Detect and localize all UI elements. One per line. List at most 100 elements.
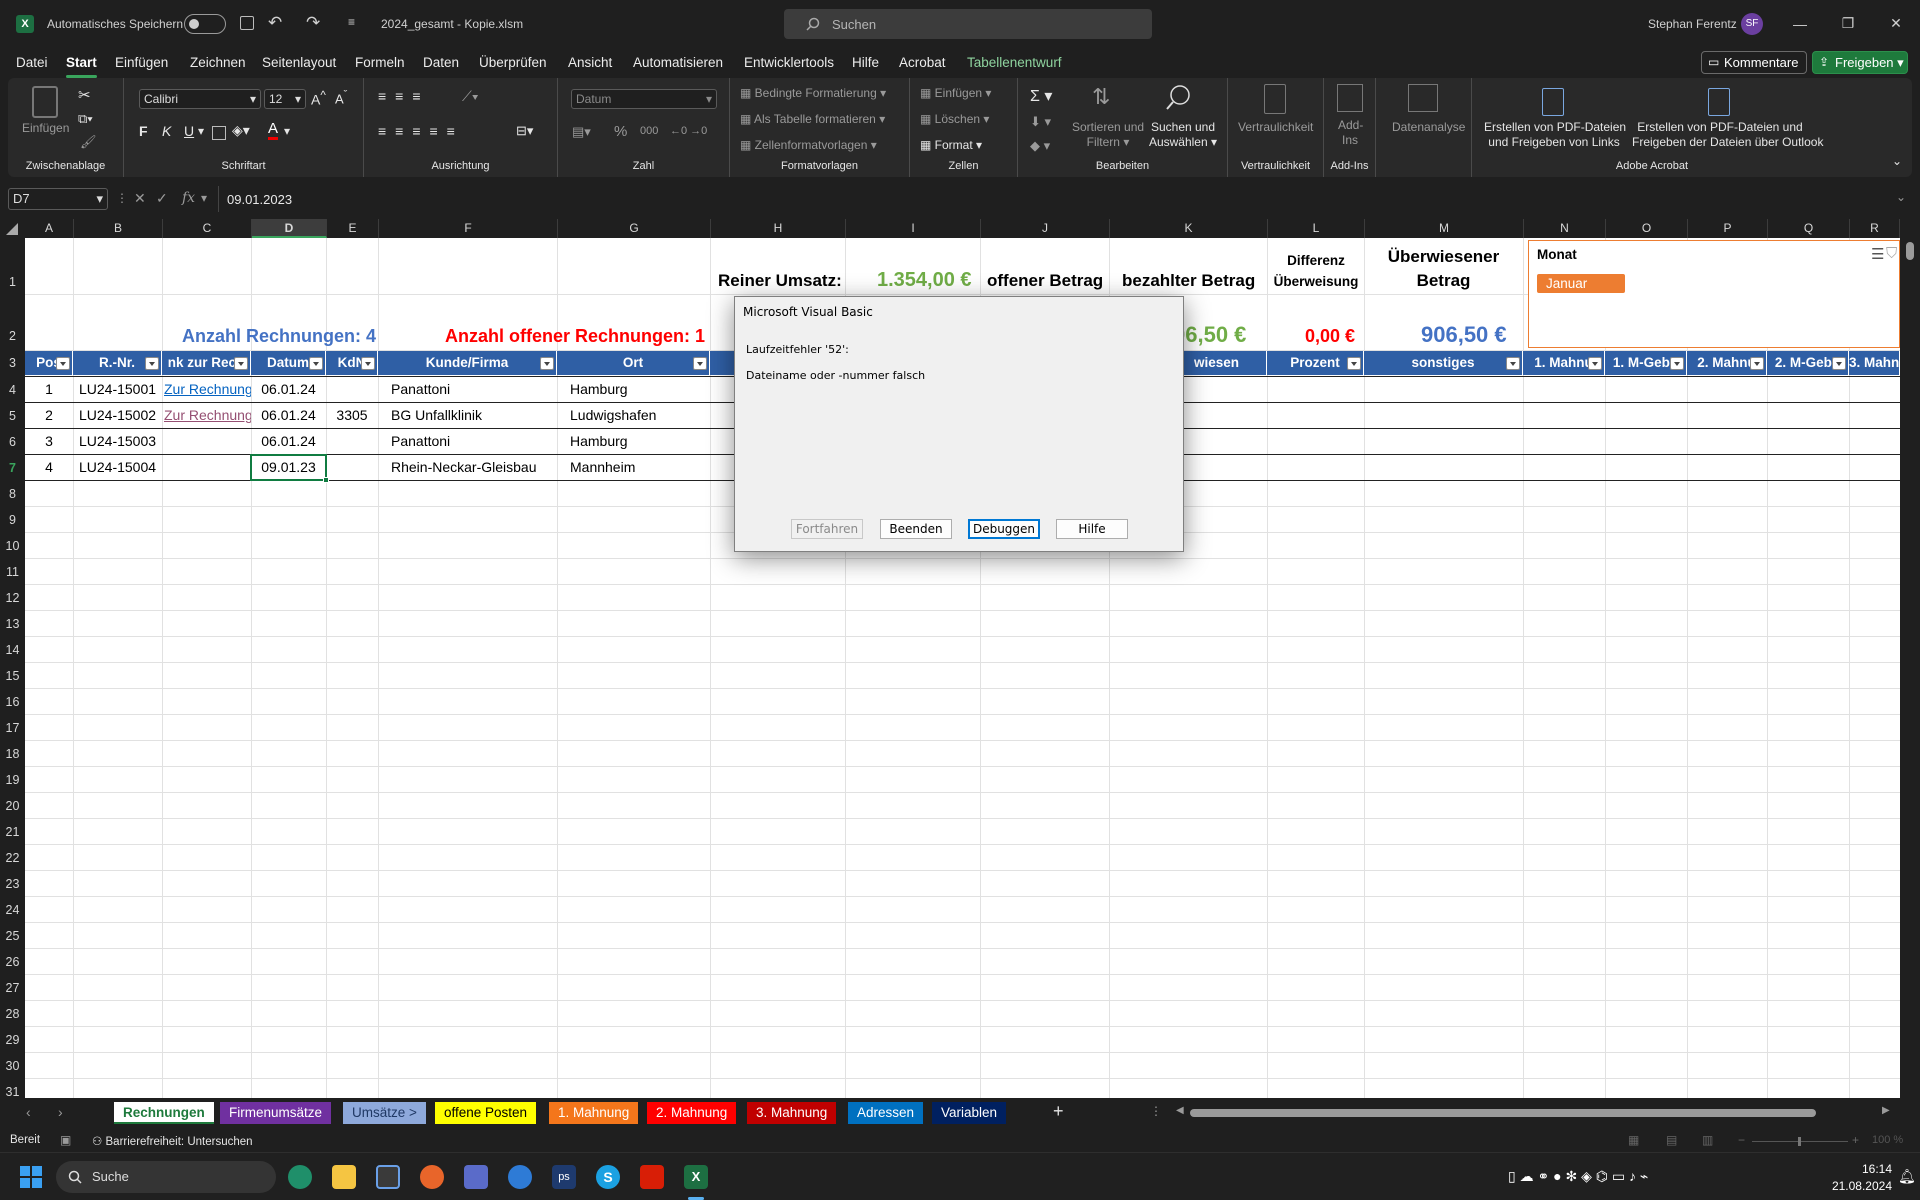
sheet-tab-mahnung3[interactable]: 3. Mahnung <box>747 1102 837 1124</box>
menu-tabellenentwurf[interactable]: Tabellenentwurf <box>967 55 1062 70</box>
cell-firma[interactable]: Panattoni <box>391 381 557 397</box>
row-header[interactable]: 23 <box>0 877 25 891</box>
pdf-links-label[interactable]: Erstellen von PDF-Dateien und Freigeben v… <box>1484 120 1626 150</box>
sheet-tab-variablen[interactable]: Variablen <box>932 1102 1007 1124</box>
increase-font-icon[interactable]: A^ <box>311 89 326 108</box>
macro-record-icon[interactable]: ▣ <box>60 1133 71 1147</box>
col-header-i[interactable]: I <box>846 219 981 238</box>
floppy-app-icon[interactable] <box>464 1165 488 1189</box>
insert-cells-button[interactable]: ▦ Einfügen ▾ <box>920 86 991 100</box>
slicer-item-januar[interactable]: Januar <box>1537 274 1625 293</box>
thunderbird-icon[interactable] <box>508 1165 532 1189</box>
filter-dropdown-icon[interactable] <box>145 357 159 370</box>
confirm-formula-icon[interactable]: ✓ <box>156 190 168 207</box>
borders-icon[interactable] <box>212 126 226 140</box>
hscroll-right-icon[interactable]: ▶ <box>1882 1105 1890 1116</box>
col-header-r[interactable]: R <box>1850 219 1900 238</box>
row-header[interactable]: 16 <box>0 695 25 709</box>
menu-ueberpruefen[interactable]: Überprüfen <box>479 55 547 70</box>
table-header-sonstiges[interactable]: sonstiges <box>1364 351 1523 375</box>
underline-button[interactable]: U <box>184 123 194 139</box>
undo-icon[interactable]: ↶ <box>268 13 282 33</box>
clear-icon[interactable]: ◆ ▾ <box>1030 138 1050 154</box>
row-header[interactable]: 15 <box>0 669 25 683</box>
invoice-link[interactable]: Zur Rechnung <box>164 381 251 397</box>
quick-access-more-icon[interactable]: ≡ <box>348 15 355 29</box>
filter-dropdown-icon[interactable] <box>540 357 554 370</box>
cell-pos[interactable]: 4 <box>25 459 73 475</box>
tray-icons[interactable]: ▯ ☁ ⚭ ● ✻ ◈ ⌬ ▭ ♪ ⌁ <box>1508 1168 1648 1185</box>
row-header[interactable]: 31 <box>0 1085 25 1099</box>
menu-automatisieren[interactable]: Automatisieren <box>633 55 723 70</box>
vertical-scrollbar[interactable] <box>1900 238 1920 1098</box>
edge-icon[interactable] <box>288 1165 312 1189</box>
cell-pos[interactable]: 1 <box>25 381 73 397</box>
vertical-align-icons[interactable]: ≡≡≡ <box>378 88 430 104</box>
table-header-mgebuehr2[interactable]: 2. M-Gebü <box>1767 351 1849 375</box>
sort-filter-icon[interactable]: ⇅ <box>1092 84 1110 110</box>
col-header-q[interactable]: Q <box>1768 219 1850 238</box>
cell-ort[interactable]: Mannheim <box>570 459 710 475</box>
sheet-tab-adressen[interactable]: Adressen <box>848 1102 924 1124</box>
cell-ort[interactable]: Hamburg <box>570 433 710 449</box>
filter-dropdown-icon[interactable] <box>1670 357 1684 370</box>
tab-scroll-right-icon[interactable]: › <box>58 1104 63 1120</box>
cond-format-button[interactable]: ▦ Bedingte Formatierung ▾ <box>740 86 886 100</box>
menu-acrobat[interactable]: Acrobat <box>899 55 946 70</box>
powershell-icon[interactable]: ps <box>552 1165 576 1189</box>
autosave-toggle[interactable] <box>184 14 226 34</box>
multi-select-icon[interactable]: ☰ <box>1871 245 1884 263</box>
percent-icon[interactable]: % <box>614 123 627 140</box>
help-button[interactable]: Hilfe <box>1056 519 1128 539</box>
font-size-select[interactable]: 12 ▾ <box>264 89 306 109</box>
horizontal-scroll-thumb[interactable] <box>1190 1109 1816 1117</box>
taskbar-search[interactable]: Suche <box>56 1161 276 1193</box>
cell-rnr[interactable]: LU24-15002 <box>73 407 162 423</box>
cut-icon[interactable]: ✂ <box>78 86 91 104</box>
filter-dropdown-icon[interactable] <box>1832 357 1846 370</box>
menu-entwicklertools[interactable]: Entwicklertools <box>744 55 834 70</box>
zoom-level[interactable]: 100 % <box>1872 1134 1903 1146</box>
row-header[interactable]: 7 <box>0 461 25 475</box>
row-header[interactable]: 19 <box>0 773 25 787</box>
bold-button[interactable]: F <box>139 123 148 139</box>
row-header[interactable]: 14 <box>0 643 25 657</box>
analyze-icon[interactable] <box>1408 84 1438 112</box>
menu-seitenlayout[interactable]: Seitenlayout <box>262 55 336 70</box>
vertical-scroll-thumb[interactable] <box>1906 242 1914 260</box>
select-all-icon[interactable] <box>6 223 18 235</box>
slicer-monat[interactable]: Monat ☰ ⛉ Januar <box>1528 240 1900 348</box>
table-header-prozent[interactable]: Prozent <box>1267 351 1364 375</box>
collapse-ribbon-icon[interactable]: ⌄ <box>1892 154 1902 168</box>
save-icon[interactable] <box>240 16 254 30</box>
table-header-ort[interactable]: Ort <box>557 351 710 375</box>
italic-button[interactable]: K <box>162 123 171 139</box>
row-header[interactable]: 8 <box>0 487 25 501</box>
table-header-rnr[interactable]: R.-Nr. <box>73 351 162 375</box>
cell-rnr[interactable]: LU24-15004 <box>73 459 162 475</box>
cell-rnr[interactable]: LU24-15001 <box>73 381 162 397</box>
row-header[interactable]: 29 <box>0 1033 25 1047</box>
col-header-c[interactable]: C <box>163 219 252 238</box>
as-table-button[interactable]: ▦ Als Tabelle formatieren ▾ <box>740 112 885 126</box>
row-header[interactable]: 9 <box>0 513 25 527</box>
sensitivity-icon[interactable] <box>1264 84 1286 114</box>
minimize-button[interactable]: — <box>1776 0 1824 47</box>
clear-filter-icon[interactable]: ⛉ <box>1886 245 1897 262</box>
row-header[interactable]: 24 <box>0 903 25 917</box>
row-header[interactable]: 22 <box>0 851 25 865</box>
pdf-link-icon[interactable] <box>1542 88 1564 116</box>
cell-styles-button[interactable]: ▦ Zellenformatvorlagen ▾ <box>740 138 877 152</box>
col-header-g[interactable]: G <box>558 219 711 238</box>
menu-ansicht[interactable]: Ansicht <box>568 55 612 70</box>
active-cell-selection[interactable] <box>250 454 329 483</box>
row-header[interactable]: 20 <box>0 799 25 813</box>
table-header-firma[interactable]: Kunde/Firma <box>378 351 557 375</box>
search-box[interactable]: Suchen <box>784 9 1152 39</box>
end-button[interactable]: Beenden <box>880 519 952 539</box>
fill-icon[interactable]: ⬇ ▾ <box>1030 114 1051 130</box>
formula-input[interactable]: 09.01.2023 <box>218 186 1894 212</box>
format-painter-icon[interactable]: 🖌 <box>80 134 97 150</box>
cell-firma[interactable]: BG Unfallklinik <box>391 407 557 423</box>
copy-icon[interactable]: ⧉▾ <box>78 111 93 127</box>
